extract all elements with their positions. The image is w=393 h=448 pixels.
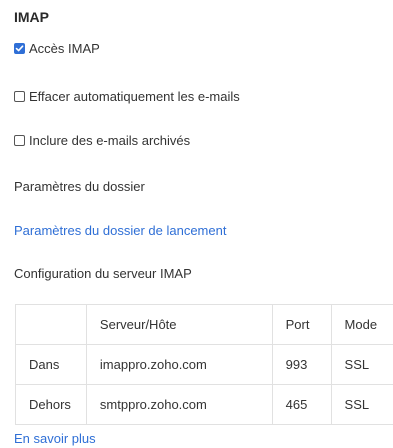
auto-expunge-checkbox[interactable] — [14, 91, 25, 102]
auto-expunge-option[interactable]: Effacer automatiquement les e-mails — [14, 89, 240, 104]
learn-more-link[interactable]: En savoir plus — [14, 431, 96, 446]
table-header-port: Port — [271, 304, 332, 345]
imap-access-checkbox[interactable] — [14, 43, 25, 54]
include-archived-checkbox[interactable] — [14, 135, 25, 146]
imap-access-label: Accès IMAP — [29, 41, 100, 56]
include-archived-option[interactable]: Inclure des e-mails archivés — [14, 133, 190, 148]
imap-access-option[interactable]: Accès IMAP — [14, 41, 100, 56]
imap-server-config-heading: Configuration du serveur IMAP — [14, 266, 192, 281]
checkmark-icon — [15, 45, 24, 52]
outgoing-direction-cell: Dehors — [15, 384, 87, 425]
include-archived-label: Inclure des e-mails archivés — [29, 133, 191, 148]
incoming-mode-cell: SSL — [330, 344, 393, 385]
table-row: Dehors smtppro.zoho.com 465 SSL — [15, 384, 393, 425]
launch-folder-settings-link[interactable]: Paramètres du dossier de lancement — [14, 223, 226, 238]
table-row: Dans imappro.zoho.com 993 SSL — [15, 344, 393, 385]
incoming-host-cell: imappro.zoho.com — [85, 344, 273, 385]
outgoing-host-cell: smtppro.zoho.com — [85, 384, 273, 425]
server-config-table: Serveur/Hôte Port Mode Dans imappro.zoho… — [15, 304, 393, 425]
folder-settings-heading: Paramètres du dossier — [14, 179, 145, 194]
incoming-port-cell: 993 — [271, 344, 332, 385]
outgoing-mode-cell: SSL — [330, 384, 393, 425]
auto-expunge-label: Effacer automatiquement les e-mails — [29, 89, 240, 104]
table-header-mode: Mode — [330, 304, 393, 345]
incoming-direction-cell: Dans — [15, 344, 87, 385]
table-header-empty — [15, 304, 87, 345]
table-header-host: Serveur/Hôte — [85, 304, 273, 345]
section-title: IMAP — [14, 9, 49, 25]
table-header-row: Serveur/Hôte Port Mode — [15, 304, 393, 345]
outgoing-port-cell: 465 — [271, 384, 332, 425]
